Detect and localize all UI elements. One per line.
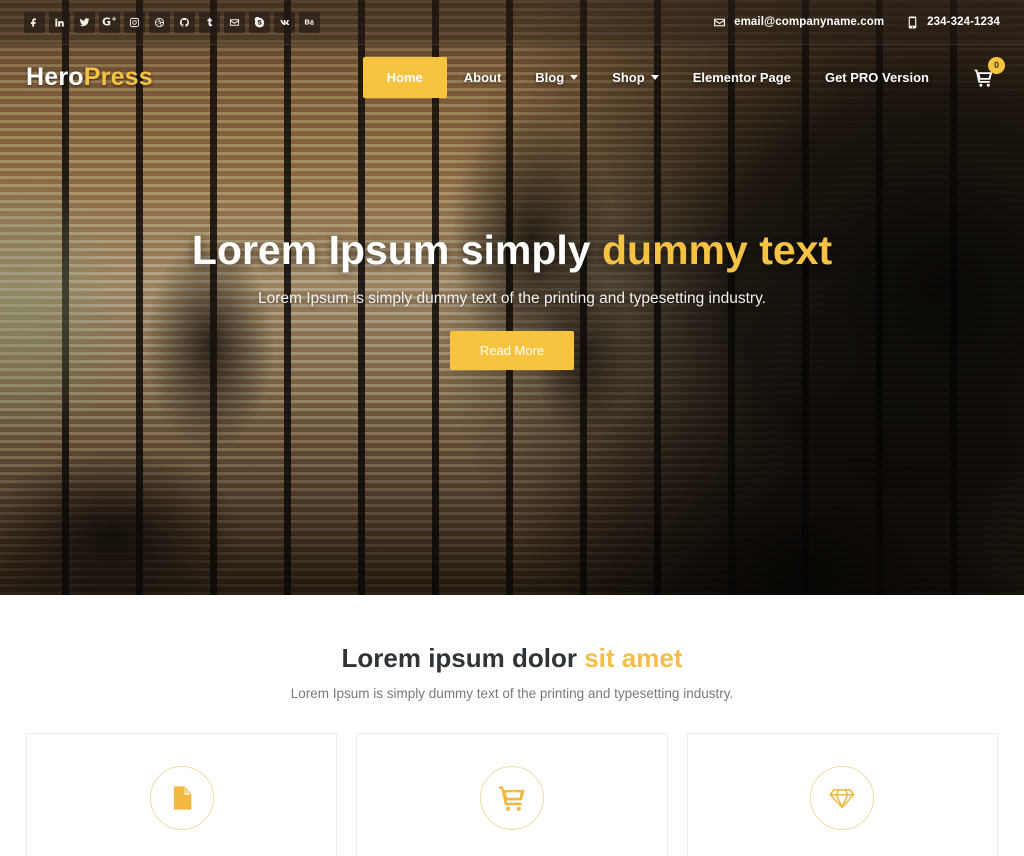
- feature-card[interactable]: Lorem ipsum dolor: [686, 733, 998, 856]
- hero-title: Lorem Ipsum simply dummy text: [60, 227, 964, 273]
- feature-card-list: Lorem ipsum dolor Lorem ipsum dolor: [26, 733, 998, 856]
- instagram-icon[interactable]: [124, 11, 145, 33]
- feature-card[interactable]: Lorem ipsum dolor: [26, 733, 338, 856]
- tumblr-icon[interactable]: [199, 11, 220, 33]
- contact-info: email@companyname.com 234-324-1234: [713, 16, 1000, 29]
- twitter-icon[interactable]: [74, 11, 95, 33]
- contact-phone-text: 234-324-1234: [927, 16, 1000, 28]
- feature-card[interactable]: Lorem ipsum dolor: [356, 733, 668, 856]
- envelope-icon[interactable]: [224, 11, 245, 33]
- hero-subtitle: Lorem Ipsum is simply dummy text of the …: [258, 290, 766, 308]
- cart-plus-icon: [498, 784, 526, 812]
- chevron-down-icon: [650, 75, 659, 80]
- contact-phone[interactable]: 234-324-1234: [906, 16, 1000, 29]
- envelope-icon: [713, 16, 726, 29]
- nav-item-elementor-page[interactable]: Elementor Page: [676, 60, 808, 95]
- vk-icon[interactable]: [274, 11, 295, 33]
- skype-icon[interactable]: [249, 11, 270, 33]
- diamond-gem-icon: [828, 784, 856, 812]
- hero-section: G+ email@companyname.com 234-324-1234 He…: [0, 0, 1024, 595]
- nav-item-label: Shop: [612, 70, 645, 85]
- icon-ring: [149, 766, 214, 830]
- section-title-primary: Lorem ipsum dolor: [341, 643, 577, 673]
- nav-item-label: About: [463, 70, 502, 85]
- services-section: Lorem ipsum dolor sit amet Lorem Ipsum i…: [0, 595, 1024, 856]
- icon-ring: [479, 766, 544, 830]
- main-navbar: HeroPress Home About Blog Shop Elementor…: [0, 45, 1024, 110]
- nav-item-blog[interactable]: Blog: [518, 60, 595, 95]
- section-title: Lorem ipsum dolor sit amet: [26, 643, 998, 674]
- logo-accent: Press: [83, 63, 153, 91]
- hero-content: Lorem Ipsum simply dummy text Lorem Ipsu…: [0, 227, 1024, 371]
- section-subtitle: Lorem Ipsum is simply dummy text of the …: [290, 686, 734, 701]
- linkedin-icon[interactable]: [49, 11, 70, 33]
- nav-item-label: Get PRO Version: [824, 70, 929, 85]
- top-utility-bar: G+ email@companyname.com 234-324-1234: [0, 0, 1024, 45]
- google-plus-icon[interactable]: G+: [99, 11, 120, 33]
- contact-email[interactable]: email@companyname.com: [713, 16, 884, 29]
- nav-item-shop[interactable]: Shop: [595, 60, 676, 95]
- cart-count-badge: 0: [988, 56, 1005, 74]
- chevron-down-icon: [570, 75, 579, 80]
- cart-button[interactable]: 0: [968, 56, 1005, 93]
- file-document-icon: [168, 784, 196, 812]
- logo-primary: Hero: [26, 63, 84, 91]
- phone-icon: [906, 16, 919, 29]
- nav-item-about[interactable]: About: [447, 60, 519, 95]
- facebook-icon[interactable]: [24, 11, 45, 33]
- social-links: G+: [24, 11, 320, 33]
- nav-item-home[interactable]: Home: [362, 57, 447, 98]
- behance-icon[interactable]: [299, 11, 320, 33]
- nav-item-label: Elementor Page: [692, 70, 791, 85]
- primary-menu: Home About Blog Shop Elementor Page Get …: [362, 56, 1005, 98]
- section-title-accent: sit amet: [584, 643, 683, 673]
- site-logo[interactable]: HeroPress: [26, 63, 153, 92]
- hero-title-primary: Lorem Ipsum simply: [191, 227, 591, 273]
- dribbble-icon[interactable]: [149, 11, 170, 33]
- nav-item-label: Home: [386, 70, 423, 85]
- github-icon[interactable]: [174, 11, 195, 33]
- nav-item-get-pro-version[interactable]: Get PRO Version: [808, 60, 946, 95]
- contact-email-text: email@companyname.com: [734, 16, 885, 28]
- read-more-button[interactable]: Read More: [449, 331, 575, 371]
- nav-item-label: Blog: [535, 70, 565, 85]
- hero-title-accent: dummy text: [602, 227, 833, 273]
- icon-ring: [810, 766, 875, 830]
